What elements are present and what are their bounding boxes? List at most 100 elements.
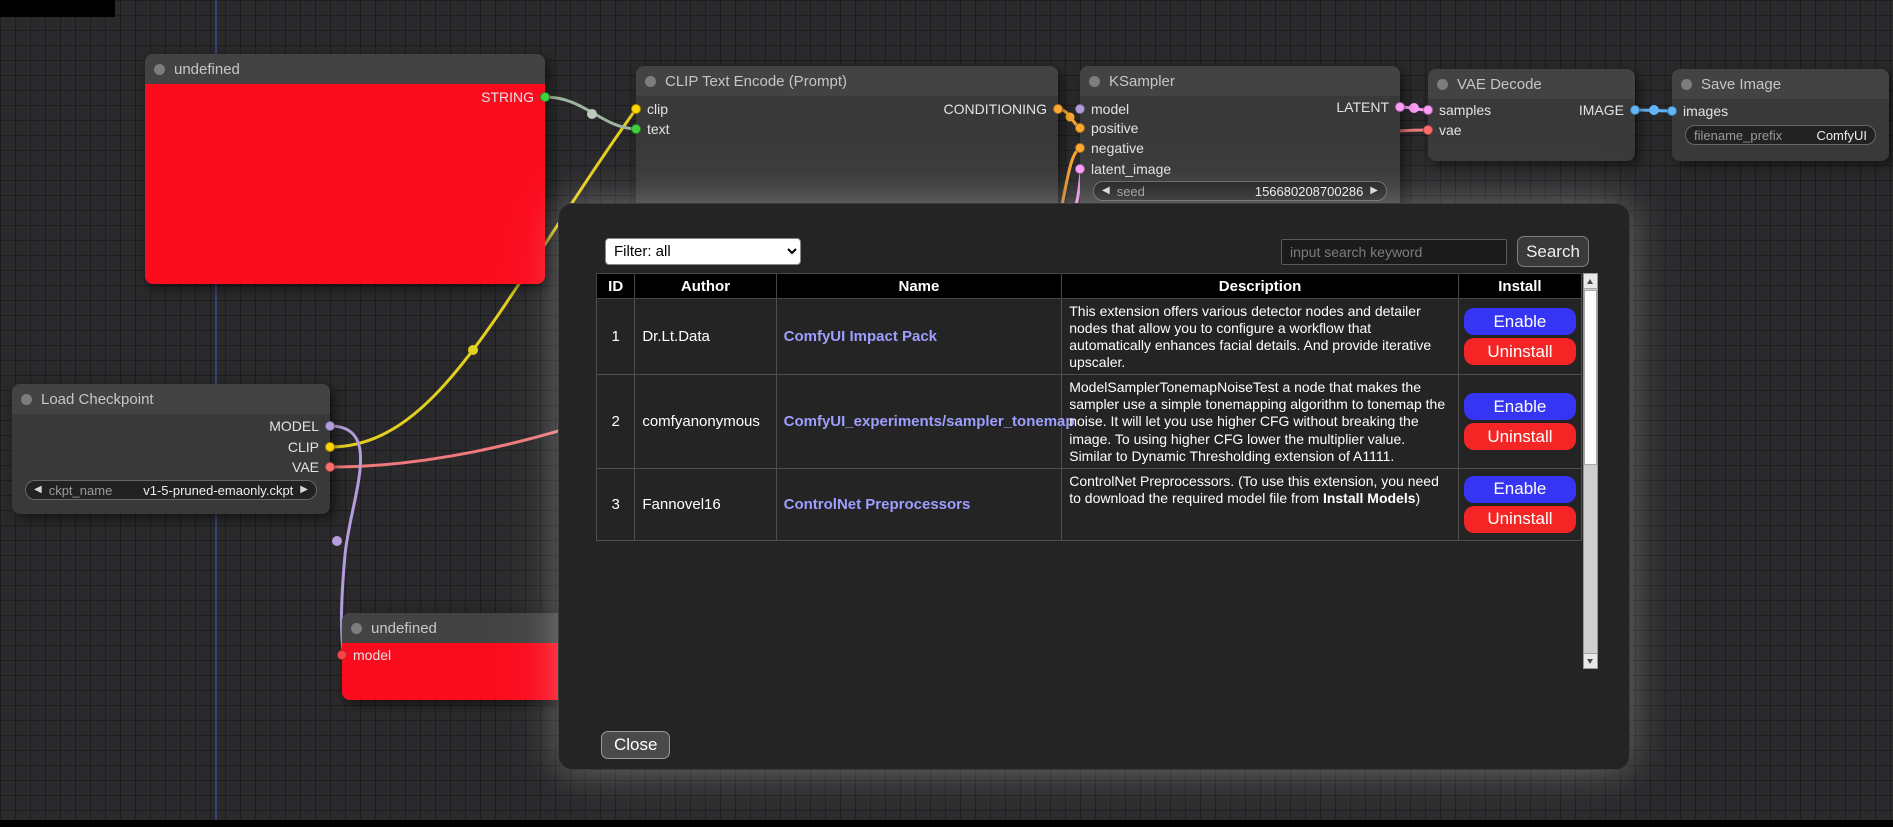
slot-label: model bbox=[353, 647, 391, 663]
node-title-bar[interactable]: VAE Decode bbox=[1428, 69, 1635, 99]
node-title: undefined bbox=[174, 61, 240, 78]
enable-button[interactable]: Enable bbox=[1464, 393, 1576, 420]
input-dot-vae[interactable] bbox=[1423, 125, 1433, 135]
enable-button[interactable]: Enable bbox=[1464, 476, 1576, 503]
output-slot-clip[interactable]: CLIP bbox=[288, 437, 335, 457]
output-dot-conditioning[interactable] bbox=[1053, 104, 1063, 114]
output-dot-clip[interactable] bbox=[325, 442, 335, 452]
extension-link[interactable]: ControlNet Preprocessors bbox=[784, 496, 971, 513]
node-title-bar[interactable]: Load Checkpoint bbox=[12, 384, 330, 414]
input-dot-images[interactable] bbox=[1667, 106, 1677, 116]
node-undefined-top[interactable]: undefined STRING bbox=[145, 54, 545, 284]
table-row: 1 Dr.Lt.Data ComfyUI Impact Pack This ex… bbox=[597, 299, 1582, 375]
input-dot-clip[interactable] bbox=[631, 104, 641, 114]
output-dot-model[interactable] bbox=[325, 421, 335, 431]
input-slot-vae[interactable]: vae bbox=[1423, 120, 1462, 140]
node-title-bar[interactable]: CLIP Text Encode (Prompt) bbox=[636, 66, 1058, 96]
enable-button[interactable]: Enable bbox=[1464, 308, 1576, 335]
output-dot-latent[interactable] bbox=[1395, 102, 1405, 112]
widget-value: v1-5-pruned-emaonly.ckpt bbox=[143, 483, 293, 498]
input-slot-negative[interactable]: negative bbox=[1075, 138, 1144, 158]
output-slot-image[interactable]: IMAGE bbox=[1579, 100, 1640, 120]
node-collapse-dot-icon[interactable] bbox=[21, 394, 32, 405]
widget-label: filename_prefix bbox=[1694, 128, 1782, 143]
node-load-checkpoint[interactable]: Load Checkpoint MODEL CLIP VAE ◀ ckpt_na… bbox=[12, 384, 330, 514]
filename-prefix-widget[interactable]: filename_prefix ComfyUI bbox=[1685, 125, 1876, 145]
cell-install: Enable Uninstall bbox=[1458, 375, 1581, 468]
scroll-down-arrow-icon bbox=[1587, 659, 1593, 664]
combo-prev-arrow-icon[interactable]: ◀ bbox=[34, 485, 42, 495]
output-slot-conditioning[interactable]: CONDITIONING bbox=[944, 99, 1063, 119]
output-dot-image[interactable] bbox=[1630, 105, 1640, 115]
description-bold: Install Models bbox=[1323, 490, 1416, 506]
node-collapse-dot-icon[interactable] bbox=[1681, 79, 1692, 90]
extension-list-area: ID Author Name Description Install 1 Dr.… bbox=[596, 273, 1598, 669]
node-vae-decode[interactable]: VAE Decode samples vae IMAGE bbox=[1428, 69, 1635, 161]
node-collapse-dot-icon[interactable] bbox=[1089, 76, 1100, 87]
input-dot-latent-image[interactable] bbox=[1075, 164, 1085, 174]
uninstall-button[interactable]: Uninstall bbox=[1464, 423, 1576, 450]
input-slot-latent-image[interactable]: latent_image bbox=[1075, 159, 1171, 179]
ckpt-name-widget[interactable]: ◀ ckpt_name v1-5-pruned-emaonly.ckpt ▶ bbox=[25, 480, 317, 500]
seed-increment-arrow-icon[interactable]: ▶ bbox=[1370, 186, 1378, 196]
comfyui-app: undefined STRING CLIP Text Encode (Promp… bbox=[0, 0, 1893, 827]
node-collapse-dot-icon[interactable] bbox=[1437, 79, 1448, 90]
node-title-bar[interactable]: undefined bbox=[145, 54, 545, 84]
node-save-image[interactable]: Save Image images filename_prefix ComfyU… bbox=[1672, 69, 1889, 161]
input-dot-text[interactable] bbox=[631, 124, 641, 134]
seed-widget[interactable]: ◀ seed 156680208700286 ▶ bbox=[1093, 181, 1387, 201]
slot-label: LATENT bbox=[1336, 99, 1389, 115]
input-dot-samples[interactable] bbox=[1423, 105, 1433, 115]
extension-link[interactable]: ComfyUI Impact Pack bbox=[784, 328, 937, 345]
wire-samples-midpoint-dot bbox=[1409, 103, 1419, 113]
output-dot-string[interactable] bbox=[540, 92, 550, 102]
cell-install: Enable Uninstall bbox=[1458, 468, 1581, 540]
node-undefined-bottom[interactable]: undefined model bbox=[342, 613, 566, 700]
close-button[interactable]: Close bbox=[601, 731, 670, 759]
wire-string-midpoint-dot bbox=[587, 109, 597, 119]
seed-decrement-arrow-icon[interactable]: ◀ bbox=[1102, 186, 1110, 196]
scrollbar-thumb[interactable] bbox=[1584, 290, 1597, 465]
input-slot-positive[interactable]: positive bbox=[1075, 118, 1138, 138]
input-slot-model[interactable]: model bbox=[1075, 99, 1129, 119]
cell-install: Enable Uninstall bbox=[1458, 299, 1581, 375]
input-dot-positive[interactable] bbox=[1075, 123, 1085, 133]
output-slot-vae[interactable]: VAE bbox=[292, 457, 335, 477]
node-title-bar[interactable]: KSampler bbox=[1080, 66, 1400, 96]
input-dot-model[interactable] bbox=[337, 650, 347, 660]
input-dot-negative[interactable] bbox=[1075, 143, 1085, 153]
search-input[interactable] bbox=[1281, 239, 1507, 265]
input-slot-model[interactable]: model bbox=[337, 645, 391, 665]
node-title-bar[interactable]: undefined bbox=[342, 613, 566, 643]
extension-table: ID Author Name Description Install 1 Dr.… bbox=[596, 273, 1582, 541]
node-title: Save Image bbox=[1701, 76, 1781, 93]
filter-select[interactable]: Filter: all bbox=[605, 238, 801, 265]
scroll-down-button[interactable] bbox=[1584, 653, 1597, 668]
output-slot-model[interactable]: MODEL bbox=[269, 416, 335, 436]
node-ksampler[interactable]: KSampler model positive negative latent_… bbox=[1080, 66, 1400, 226]
node-collapse-dot-icon[interactable] bbox=[154, 64, 165, 75]
node-collapse-dot-icon[interactable] bbox=[645, 76, 656, 87]
search-button[interactable]: Search bbox=[1517, 236, 1589, 267]
output-dot-vae[interactable] bbox=[325, 462, 335, 472]
output-slot-string[interactable]: STRING bbox=[481, 87, 550, 107]
node-collapse-dot-icon[interactable] bbox=[351, 623, 362, 634]
extension-link[interactable]: ComfyUI_experiments/sampler_tonemap bbox=[784, 413, 1075, 430]
scrollbar[interactable] bbox=[1583, 273, 1598, 669]
input-dot-model[interactable] bbox=[1075, 104, 1085, 114]
input-slot-clip[interactable]: clip bbox=[631, 99, 668, 119]
cell-description: ControlNet Preprocessors. (To use this e… bbox=[1062, 468, 1459, 540]
output-slot-latent[interactable]: LATENT bbox=[1336, 97, 1405, 117]
input-slot-samples[interactable]: samples bbox=[1423, 100, 1491, 120]
slot-label: IMAGE bbox=[1579, 102, 1624, 118]
node-title-bar[interactable]: Save Image bbox=[1672, 69, 1889, 99]
combo-next-arrow-icon[interactable]: ▶ bbox=[300, 485, 308, 495]
scroll-up-button[interactable] bbox=[1584, 274, 1597, 289]
input-slot-text[interactable]: text bbox=[631, 119, 670, 139]
table-row: 3 Fannovel16 ControlNet Preprocessors Co… bbox=[597, 468, 1582, 540]
uninstall-button[interactable]: Uninstall bbox=[1464, 506, 1576, 533]
uninstall-button[interactable]: Uninstall bbox=[1464, 338, 1576, 365]
node-title: undefined bbox=[371, 620, 437, 637]
page-corner bbox=[0, 0, 115, 17]
input-slot-images[interactable]: images bbox=[1667, 101, 1728, 121]
